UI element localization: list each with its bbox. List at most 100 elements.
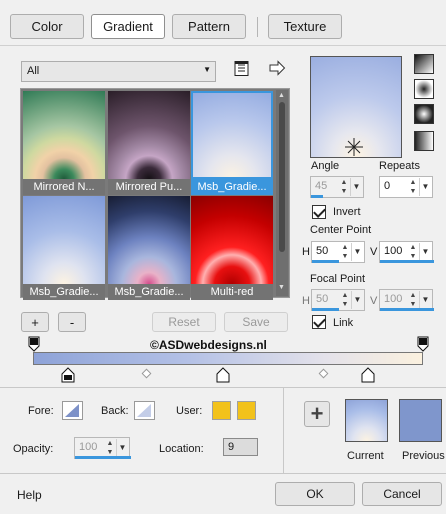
angle-slider-fill [311, 195, 323, 198]
focal-h-spinbox[interactable]: 50 ▲ ▼ ▼ [311, 289, 365, 311]
chevron-down-icon[interactable]: ▼ [419, 178, 431, 196]
color-stop-marker-selected[interactable] [61, 367, 75, 383]
tab-gradient[interactable]: Gradient [91, 14, 165, 39]
gradient-thumbnail-caption: Multi-red [191, 284, 273, 300]
back-label: Back: [101, 405, 129, 417]
gradient-thumbnail[interactable]: Mirrored Pu... [108, 91, 190, 195]
list-view-icon[interactable] [233, 60, 250, 77]
save-button[interactable]: Save [224, 312, 288, 332]
gradient-thumbnail[interactable]: Multi-red [191, 196, 273, 300]
gradient-thumbnail-caption: Msb_Gradie... [191, 179, 273, 195]
scroll-thumb[interactable] [279, 102, 285, 252]
watermark-text: ©ASDwebdesigns.nl [150, 338, 267, 352]
category-dropdown[interactable]: All ▼ [21, 61, 216, 82]
gallery-scrollbar[interactable]: ▲ ▼ [276, 90, 288, 296]
focal-v-value: 100 [384, 293, 403, 305]
focal-v-label: V [370, 295, 378, 307]
invert-checkbox[interactable] [312, 205, 326, 219]
repeats-spinbox[interactable]: 0 ▲ ▼ ▼ [379, 176, 433, 198]
reset-button[interactable]: Reset [152, 312, 216, 332]
midpoint-marker[interactable] [318, 368, 329, 379]
divider [0, 387, 446, 388]
chevron-down-icon: ▼ [203, 65, 211, 74]
angle-label: Angle [311, 160, 340, 172]
opacity-value: 100 [79, 441, 98, 453]
location-label: Location: [159, 443, 204, 455]
center-v-spinbox[interactable]: 100 ▲ ▼ ▼ [379, 241, 434, 263]
opacity-stop-marker[interactable] [28, 336, 40, 352]
user-swatch[interactable] [237, 401, 256, 420]
chevron-down-icon[interactable]: ▼ [419, 291, 431, 309]
spin-arrows-icon[interactable]: ▲ ▼ [408, 178, 418, 196]
tab-color[interactable]: Color [10, 14, 84, 39]
add-gradient-button[interactable]: + [21, 312, 49, 332]
gradient-thumbnail-selected[interactable]: Msb_Gradie... [191, 91, 273, 195]
spin-arrows-icon[interactable]: ▲ ▼ [340, 291, 350, 309]
sunburst-style-icon[interactable] [414, 104, 434, 124]
focal-h-label: H [302, 295, 310, 307]
linear-style-icon[interactable] [414, 54, 434, 74]
spin-arrows-icon[interactable]: ▲ ▼ [408, 243, 418, 261]
focal-v-spinbox[interactable]: 100 ▲ ▼ ▼ [379, 289, 434, 311]
rectangular-style-icon[interactable] [414, 79, 434, 99]
center-v-value: 100 [384, 245, 403, 257]
color-stop-marker[interactable] [361, 367, 375, 383]
add-swatch-button[interactable]: + [304, 401, 330, 427]
previous-label: Previous [402, 450, 445, 462]
tab-pattern[interactable]: Pattern [172, 14, 246, 39]
gradient-thumbnail[interactable]: Msb_Gradie... [108, 196, 190, 300]
chevron-down-icon[interactable]: ▼ [116, 439, 128, 457]
gradient-thumbnail-image [191, 196, 273, 284]
center-h-spinbox[interactable]: 50 ▲ ▼ ▼ [311, 241, 365, 263]
link-checkbox[interactable] [312, 315, 326, 329]
gradient-thumbnail[interactable]: Msb_Gradie... [23, 196, 105, 300]
location-value: 9 [228, 441, 235, 453]
ok-button[interactable]: OK [275, 482, 355, 506]
spin-arrows-icon[interactable]: ▲ ▼ [105, 439, 115, 457]
gradient-thumbnail-caption: Msb_Gradie... [108, 284, 190, 300]
tab-texture[interactable]: Texture [268, 14, 342, 39]
user-swatch[interactable] [212, 401, 231, 420]
opacity-slider-fill [75, 456, 131, 459]
back-swatch[interactable] [134, 401, 155, 420]
focal-h-slider-fill [312, 308, 339, 311]
current-swatch [345, 399, 388, 442]
location-field[interactable]: 9 [223, 438, 258, 456]
gradient-thumbnail-caption: Mirrored Pu... [108, 179, 190, 195]
chevron-down-icon[interactable]: ▼ [351, 243, 363, 261]
spin-arrows-icon[interactable]: ▲ ▼ [340, 243, 350, 261]
scroll-down-icon[interactable]: ▼ [278, 284, 285, 291]
gradient-thumbnail-caption: Msb_Gradie... [23, 284, 105, 300]
link-label: Link [333, 317, 354, 329]
scroll-up-icon[interactable]: ▲ [278, 92, 285, 99]
opacity-spinbox[interactable]: 100 ▲ ▼ ▼ [74, 437, 131, 459]
focal-point-label: Focal Point [310, 273, 366, 285]
spin-arrows-icon[interactable]: ▲ ▼ [339, 178, 349, 196]
fore-swatch[interactable] [62, 401, 83, 420]
gradient-thumbnail[interactable]: Mirrored N... [23, 91, 105, 195]
divider [283, 388, 284, 473]
color-stop-marker[interactable] [216, 367, 230, 383]
current-label: Current [347, 450, 384, 462]
spin-arrows-icon[interactable]: ▲ ▼ [408, 291, 418, 309]
previous-swatch[interactable] [399, 399, 442, 442]
chevron-down-icon[interactable]: ▼ [351, 291, 363, 309]
gradient-editor-bar[interactable] [33, 352, 423, 365]
center-point-label: Center Point [310, 224, 372, 236]
gradient-thumbnail-image [191, 91, 273, 179]
midpoint-marker[interactable] [141, 368, 152, 379]
gradient-thumbnail-caption: Mirrored N... [23, 179, 105, 195]
radial-style-icon[interactable] [414, 131, 434, 151]
angle-spinbox[interactable]: 45 ▲ ▼ ▼ [310, 176, 364, 198]
cancel-button[interactable]: Cancel [362, 482, 442, 506]
remove-gradient-button[interactable]: - [58, 312, 86, 332]
help-link[interactable]: Help [17, 488, 42, 502]
chevron-down-icon[interactable]: ▼ [350, 178, 362, 196]
center-v-slider-fill [380, 260, 434, 263]
center-v-label: V [370, 246, 378, 258]
arrow-right-icon[interactable] [268, 60, 286, 76]
center-crosshair-icon[interactable] [344, 137, 364, 157]
center-h-value: 50 [316, 245, 329, 257]
opacity-stop-marker[interactable] [417, 336, 429, 352]
chevron-down-icon[interactable]: ▼ [419, 243, 431, 261]
